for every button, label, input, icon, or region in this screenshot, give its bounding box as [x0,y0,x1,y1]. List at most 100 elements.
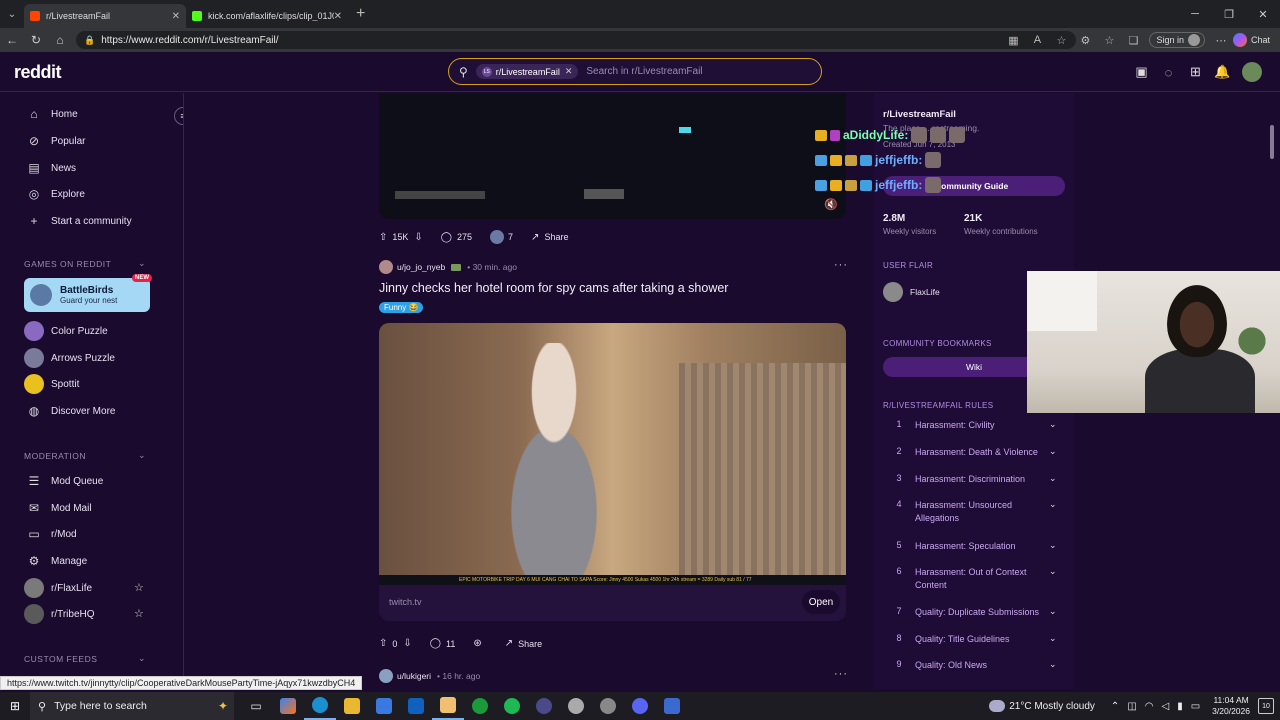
sidebar-game-spottit[interactable]: Spottit [24,374,79,394]
rule-item[interactable]: 7 Quality: Duplicate Submissions ⌄ [883,606,1063,619]
read-aloud-icon[interactable]: A [1025,34,1049,46]
comments-button[interactable]: ◯ 275 [441,232,472,243]
chevron-down-icon[interactable]: ⌄ [1049,566,1063,592]
clear-chip-icon[interactable]: ✕ [565,66,573,77]
sidebar-item-manage[interactable]: ⚙ Manage [24,551,88,571]
store-app-icon[interactable] [368,692,400,720]
tab-list-icon[interactable]: ⌄ [0,0,24,28]
rule-item[interactable]: 2 Harassment: Death & Violence ⌄ [883,446,1063,459]
chevron-down-icon[interactable]: ⌄ [138,450,146,461]
user-flair[interactable]: FlaxLife [883,282,940,302]
chevron-down-icon[interactable]: ⌄ [1049,499,1063,525]
sidebar-item-explore[interactable]: ◎ Explore [24,184,85,204]
more-icon[interactable]: ⋯ [1209,34,1233,47]
edge-app-icon[interactable] [304,692,336,720]
notifications-bell-icon[interactable]: 🔔 [1209,64,1236,80]
user-avatar[interactable] [379,669,393,683]
chevron-down-icon[interactable]: ⌄ [1049,419,1063,432]
rule-item[interactable]: 1 Harassment: Civility ⌄ [883,419,1063,432]
scrollbar-thumb[interactable] [1270,125,1274,159]
copilot-chat-button[interactable]: Chat [1232,33,1270,47]
share-button[interactable]: ↗ Share [505,638,542,649]
upvote-icon[interactable]: ⇧ [379,232,387,243]
sidebar-item-mod-mail[interactable]: ✉ Mod Mail [24,498,92,518]
sidebar-item-tribehq[interactable]: r/TribeHQ [24,604,95,624]
rule-item[interactable]: 6 Harassment: Out of Context Content ⌄ [883,566,1063,592]
upvote-icon[interactable]: ⇧ [379,638,387,649]
chevron-down-icon[interactable]: ⌄ [1049,446,1063,459]
close-tab-icon[interactable]: ✕ [172,11,180,22]
discord-app-icon[interactable] [624,692,656,720]
taskbar-search[interactable]: ⚲ Type here to search ✦ [30,692,234,720]
app-icon[interactable] [592,692,624,720]
post-overflow-menu-icon[interactable]: ··· [834,668,848,680]
windows-start-icon[interactable]: ⊞ [0,699,30,713]
sidebar-item-r-mod[interactable]: ▭ r/Mod [24,524,76,544]
post-author[interactable]: u/jo_jo_nyeb [397,262,445,272]
favorite-star-icon[interactable]: ☆ [134,607,144,620]
page-scrollbar[interactable] [1268,95,1276,685]
rule-item[interactable]: 9 Quality: Old News ⌄ [883,659,1063,672]
app-icon[interactable] [560,692,592,720]
downvote-icon[interactable]: ⇩ [403,638,411,649]
user-avatar[interactable] [379,260,393,274]
wifi-icon[interactable]: ◠ [1145,701,1154,712]
network-icon[interactable]: ◫ [1127,701,1136,712]
favorite-star-icon[interactable]: ☆ [134,581,144,594]
create-post-icon[interactable]: ⊞ [1182,64,1209,80]
reddit-logo[interactable]: reddit [14,62,62,83]
sidebar-item-news[interactable]: ▤ News [24,158,76,178]
chevron-down-icon[interactable]: ⌄ [1049,540,1063,553]
favorites-icon[interactable]: ☆ [1097,34,1121,47]
chevron-down-icon[interactable]: ⌄ [1049,633,1063,646]
chevron-up-icon[interactable]: ⌃ [1111,701,1119,712]
awards-button[interactable]: 7 [490,230,513,244]
collapse-sidebar-icon[interactable]: ≡ [174,107,183,125]
home-icon[interactable]: ⌂ [48,33,72,47]
refresh-icon[interactable]: ↻ [24,33,48,47]
post-author[interactable]: u/lukigeri [397,671,431,681]
collections-icon[interactable]: ❏ [1121,34,1145,47]
app-icon[interactable] [528,692,560,720]
minimize-icon[interactable]: ─ [1178,0,1212,28]
user-avatar[interactable] [1242,62,1262,82]
open-link-button[interactable]: Open [802,590,840,614]
sidebar-game-color-puzzle[interactable]: Color Puzzle [24,321,108,341]
xbox-app-icon[interactable] [464,692,496,720]
sidebar-item-home[interactable]: ⌂ Home [24,104,77,124]
notepad-app-icon[interactable] [432,692,464,720]
copilot-app-icon[interactable] [272,692,304,720]
microphone-icon[interactable]: ▮ [1177,701,1183,712]
favorite-star-icon[interactable]: ☆ [1049,34,1073,47]
subreddit-search-chip[interactable]: LS r/LivestreamFail ✕ [475,64,579,79]
battlebirds-promo[interactable]: BattleBirds Guard your nest NEW [24,274,152,312]
link-domain[interactable]: twitch.tv [389,597,422,607]
mute-icon[interactable]: 🔇 [824,198,838,211]
chevron-down-icon[interactable]: ⌄ [138,258,146,269]
url-field[interactable]: 🔒 https://www.reddit.com/r/LivestreamFai… [76,31,1076,49]
sidebar-item-start-community[interactable]: + Start a community [24,211,131,231]
close-window-icon[interactable]: ✕ [1246,0,1280,28]
chevron-down-icon[interactable]: ⌄ [138,653,146,664]
advertise-icon[interactable]: ▣ [1128,64,1155,80]
award-button[interactable]: ⊛ [473,638,486,649]
post-video-player[interactable]: 🔇 [379,93,846,219]
rule-item[interactable]: 8 Quality: Title Guidelines ⌄ [883,633,1063,646]
spotify-app-icon[interactable] [496,692,528,720]
split-screen-icon[interactable]: ▦ [1001,34,1025,47]
clock[interactable]: 11:04 AM 3/20/2026 [1212,695,1250,717]
file-explorer-icon[interactable] [336,692,368,720]
tab-livestreamfail[interactable]: r/LivestreamFail ✕ [24,4,186,28]
sidebar-discover-more[interactable]: ◍ Discover More [24,401,116,421]
maximize-icon[interactable]: ❐ [1212,0,1246,28]
post-flair[interactable]: Funny 😂 [379,302,424,313]
sidebar-item-flaxlife[interactable]: r/FlaxLife [24,578,92,598]
app-icon[interactable] [656,692,688,720]
post-overflow-menu-icon[interactable]: ··· [834,259,848,271]
chevron-down-icon[interactable]: ⌄ [1049,659,1063,672]
outlook-app-icon[interactable] [400,692,432,720]
sidebar-game-arrows-puzzle[interactable]: Arrows Puzzle [24,348,115,368]
extensions-icon[interactable]: ⚙ [1073,34,1097,47]
notification-center-icon[interactable]: 10 [1258,698,1274,714]
share-button[interactable]: ↗ Share [531,232,568,243]
